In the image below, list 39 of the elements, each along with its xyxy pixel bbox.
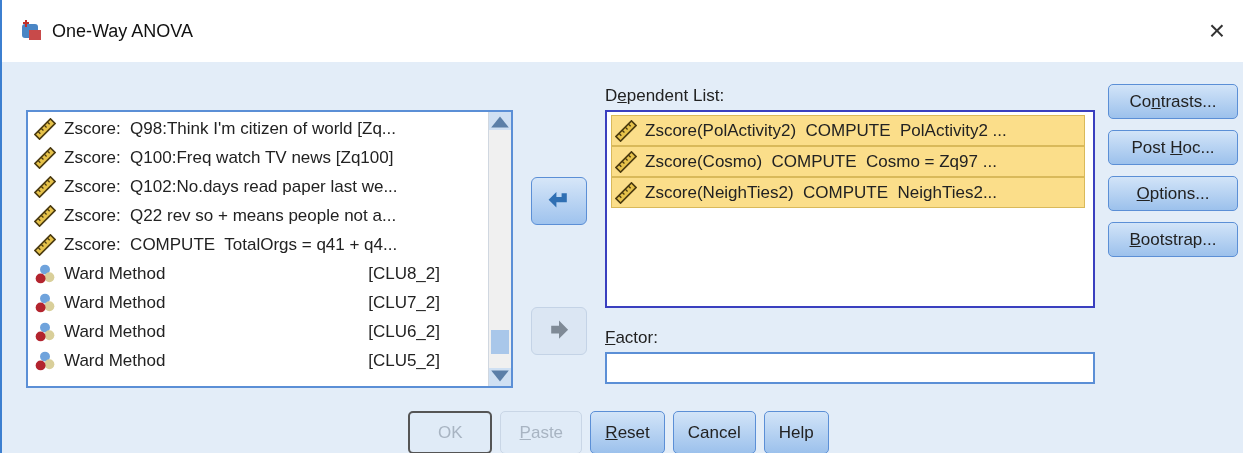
factor-label: Factor:: [605, 327, 659, 349]
dialog-button[interactable]: Help: [763, 411, 829, 453]
dialog-button[interactable]: Bootstrap...: [1108, 222, 1238, 257]
window-title: One-Way ANOVA: [52, 20, 194, 42]
dialog-button[interactable]: Contrasts...: [1108, 84, 1238, 119]
dependent-list-label: Dependent List:: [605, 85, 726, 107]
circles-icon: [34, 349, 56, 372]
scrollbar[interactable]: [488, 112, 511, 386]
variable-list[interactable]: [26, 110, 513, 388]
scroll-down-icon[interactable]: [489, 368, 511, 386]
dialog-button[interactable]: Reset: [590, 411, 665, 453]
variable-item[interactable]: Ward Method [CLU7_2]: [34, 288, 488, 317]
variable-item[interactable]: Ward Method [CLU5_2]: [34, 346, 488, 375]
variable-item[interactable]: Zscore: Q98:Think I'm citizen of world [Zq...: [34, 114, 488, 143]
dependent-list[interactable]: Zscore(PolActivity2) COMPUTE PolActivity2 ... Zscore(Cosmo) COMPUTE Cosmo = Zq97 ... Zscore(NeighTies2) COMPUTE NeighTies2...: [605, 110, 1095, 308]
variable-item[interactable]: Ward Method [CLU6_2]: [34, 317, 488, 346]
dialog-button[interactable]: Post Hoc...: [1108, 130, 1238, 165]
variable-item[interactable]: Zscore: COMPUTE TotalOrgs = q41 + q4...: [34, 230, 488, 259]
dependent-item[interactable]: Zscore(PolActivity2) COMPUTE PolActivity2 ...: [611, 115, 1085, 146]
variable-item[interactable]: Zscore: Q102:No.days read paper last we...: [34, 172, 488, 201]
app-icon: [20, 20, 42, 42]
variable-item[interactable]: Ward Method [CLU8_2]: [34, 259, 488, 288]
dependent-item[interactable]: Zscore(NeighTies2) COMPUTE NeighTies2...: [611, 177, 1085, 208]
circles-icon: [34, 262, 56, 285]
dialog-button[interactable]: Options...: [1108, 176, 1238, 211]
dependent-item[interactable]: Zscore(Cosmo) COMPUTE Cosmo = Zq97 ...: [611, 146, 1085, 177]
ruler-icon: [615, 181, 637, 204]
move-back-button[interactable]: [531, 177, 587, 225]
ruler-icon: [615, 150, 637, 173]
variable-item[interactable]: Zscore: Q22 rev so + means people not a...: [34, 201, 488, 230]
factor-field[interactable]: [605, 352, 1095, 384]
dialog-button[interactable]: Cancel: [672, 411, 756, 453]
circles-icon: [34, 291, 56, 314]
scroll-up-icon[interactable]: [489, 112, 511, 130]
close-button[interactable]: ×: [1208, 17, 1225, 45]
variable-item[interactable]: Zscore: Q100:Freq watch TV news [Zq100]: [34, 143, 488, 172]
scrollbar-thumb[interactable]: [491, 330, 509, 354]
circles-icon: [34, 320, 56, 343]
ruler-icon: [615, 119, 637, 142]
